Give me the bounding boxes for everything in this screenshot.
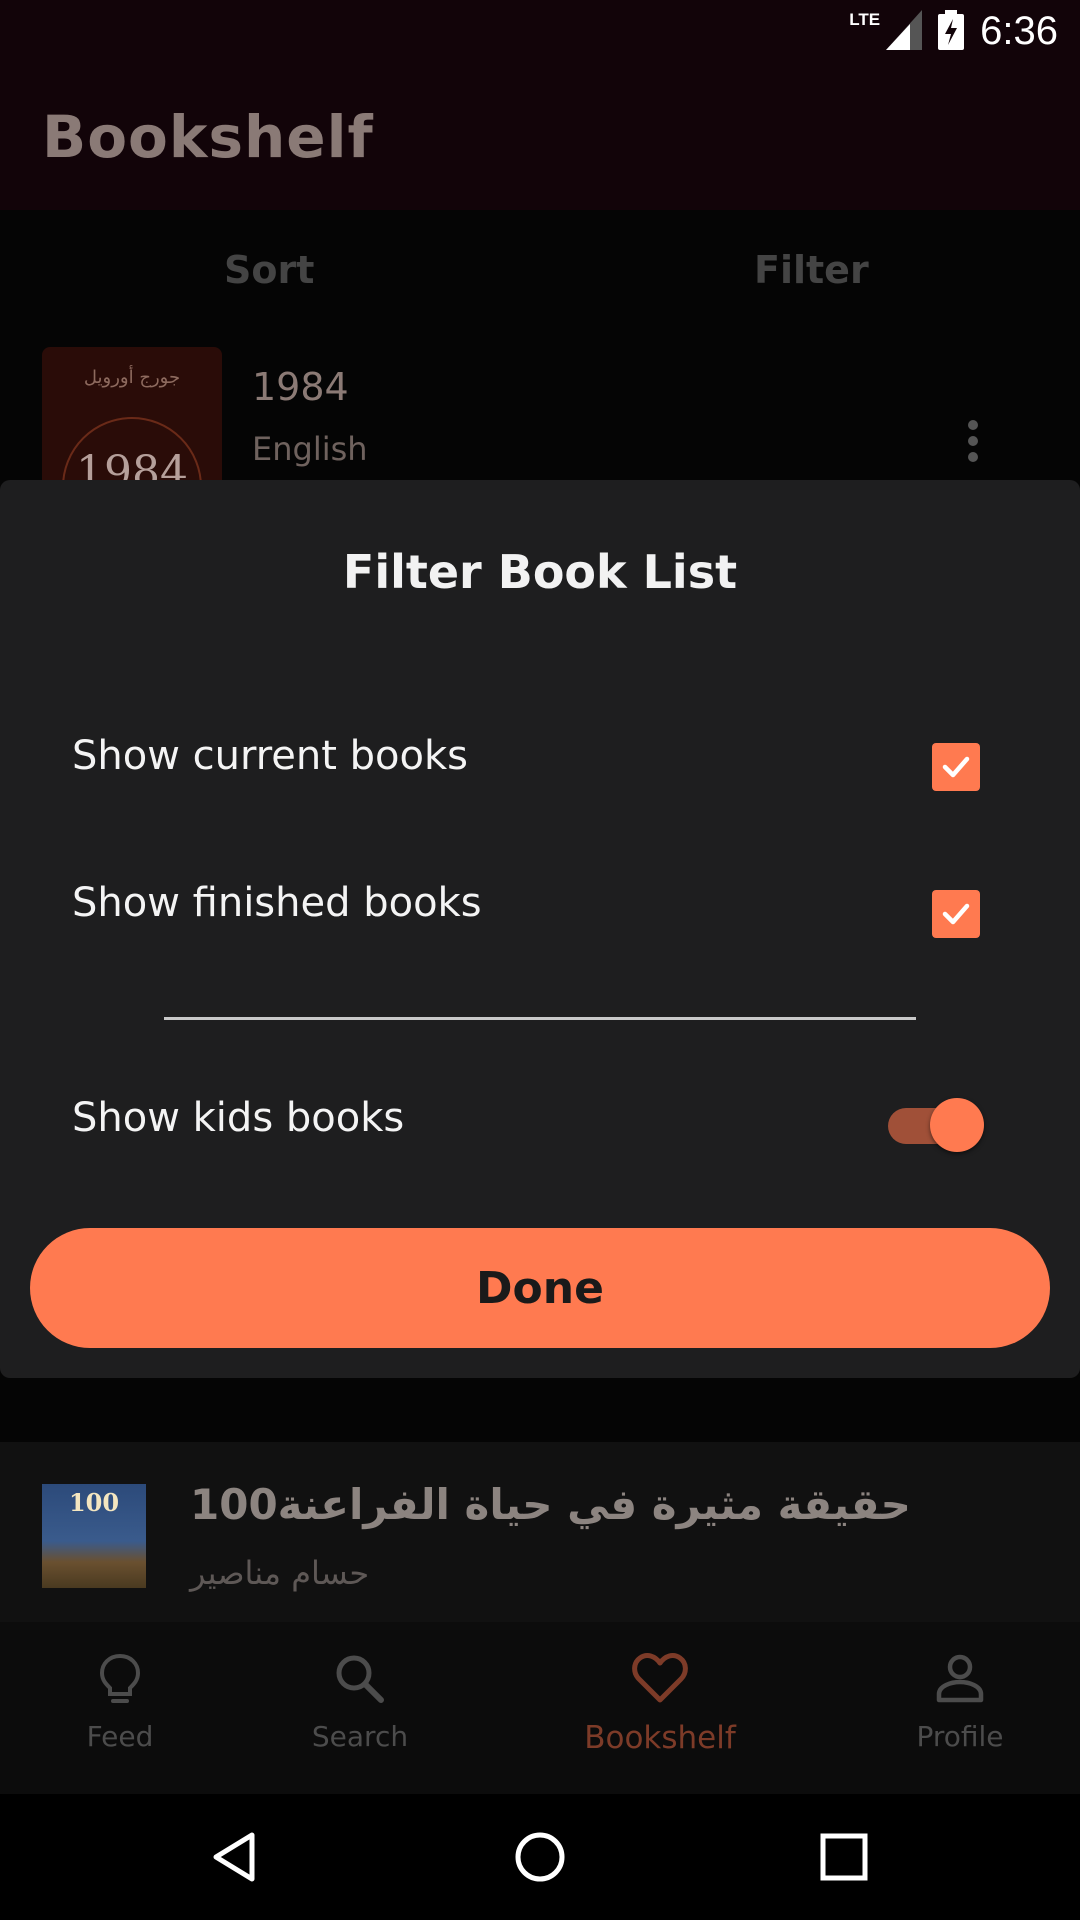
sort-button[interactable]: Sort (224, 248, 314, 292)
book-cover: 100 (42, 1484, 146, 1588)
show-finished-books-checkbox[interactable] (932, 890, 980, 938)
checkmark-icon (942, 756, 970, 778)
show-current-books-checkbox[interactable] (932, 743, 980, 791)
page-title: Bookshelf (42, 103, 374, 171)
battery-charging-icon (938, 9, 965, 54)
signal-icon (886, 9, 923, 54)
more-options-icon[interactable] (968, 420, 980, 468)
system-navigation-bar (0, 1794, 1080, 1920)
sort-filter-bar: Sort Filter (0, 210, 1080, 335)
nav-label: Feed (86, 1720, 154, 1753)
bottom-navigation: Feed Search Bookshelf Profile (0, 1622, 1080, 1794)
book-title: حقيقة مثيرة في حياة الفراعنة100 (190, 1480, 911, 1529)
dialog-title: Filter Book List (342, 545, 738, 599)
book-author: حسام مناصير (190, 1554, 370, 1592)
nav-item-feed[interactable]: Feed (20, 1652, 220, 1753)
done-button[interactable]: Done (30, 1228, 1050, 1348)
list-item[interactable]: جورج أورويل 1984 1984 English (0, 335, 1080, 497)
cover-author-text: جورج أورويل (83, 367, 181, 388)
nav-label: Bookshelf (584, 1720, 736, 1756)
nav-item-search[interactable]: Search (260, 1652, 460, 1753)
screen: LTE 6:36 Bookshelf Sort Filter جورج أورو… (0, 0, 1080, 1920)
show-current-books-label: Show current books (72, 733, 468, 779)
filter-button[interactable]: Filter (754, 248, 869, 292)
search-icon (336, 1655, 384, 1703)
recent-apps-icon[interactable] (814, 1827, 874, 1887)
book-language: English (252, 430, 368, 468)
home-icon[interactable] (510, 1827, 570, 1887)
toggle-thumb (930, 1098, 984, 1152)
status-bar: LTE 6:36 (0, 0, 1080, 63)
heart-icon (632, 1653, 688, 1703)
network-type: LTE (849, 9, 881, 29)
back-icon[interactable] (206, 1827, 266, 1887)
book-cover: جورج أورويل 1984 (42, 347, 222, 497)
person-icon (936, 1654, 984, 1703)
divider (164, 1017, 916, 1020)
lightbulb-icon (99, 1653, 141, 1703)
checkmark-icon (942, 903, 970, 925)
clock: 6:36 (980, 9, 1058, 53)
show-finished-books-label: Show finished books (72, 880, 482, 926)
nav-label: Search (311, 1720, 409, 1753)
list-item[interactable]: 100 حقيقة مثيرة في حياة الفراعنة100 حسام… (0, 1442, 1080, 1622)
show-kids-books-toggle[interactable] (886, 1098, 984, 1154)
nav-label: Profile (916, 1720, 1004, 1753)
show-kids-books-label: Show kids books (72, 1095, 405, 1141)
cover-title-text: 100 (68, 1488, 120, 1517)
nav-item-bookshelf[interactable]: Bookshelf (560, 1652, 760, 1756)
app-bar: Bookshelf (0, 63, 1080, 210)
filter-dialog: Filter Book List Show current books Show… (0, 480, 1080, 1378)
nav-item-profile[interactable]: Profile (860, 1652, 1060, 1753)
book-title: 1984 (252, 365, 349, 409)
